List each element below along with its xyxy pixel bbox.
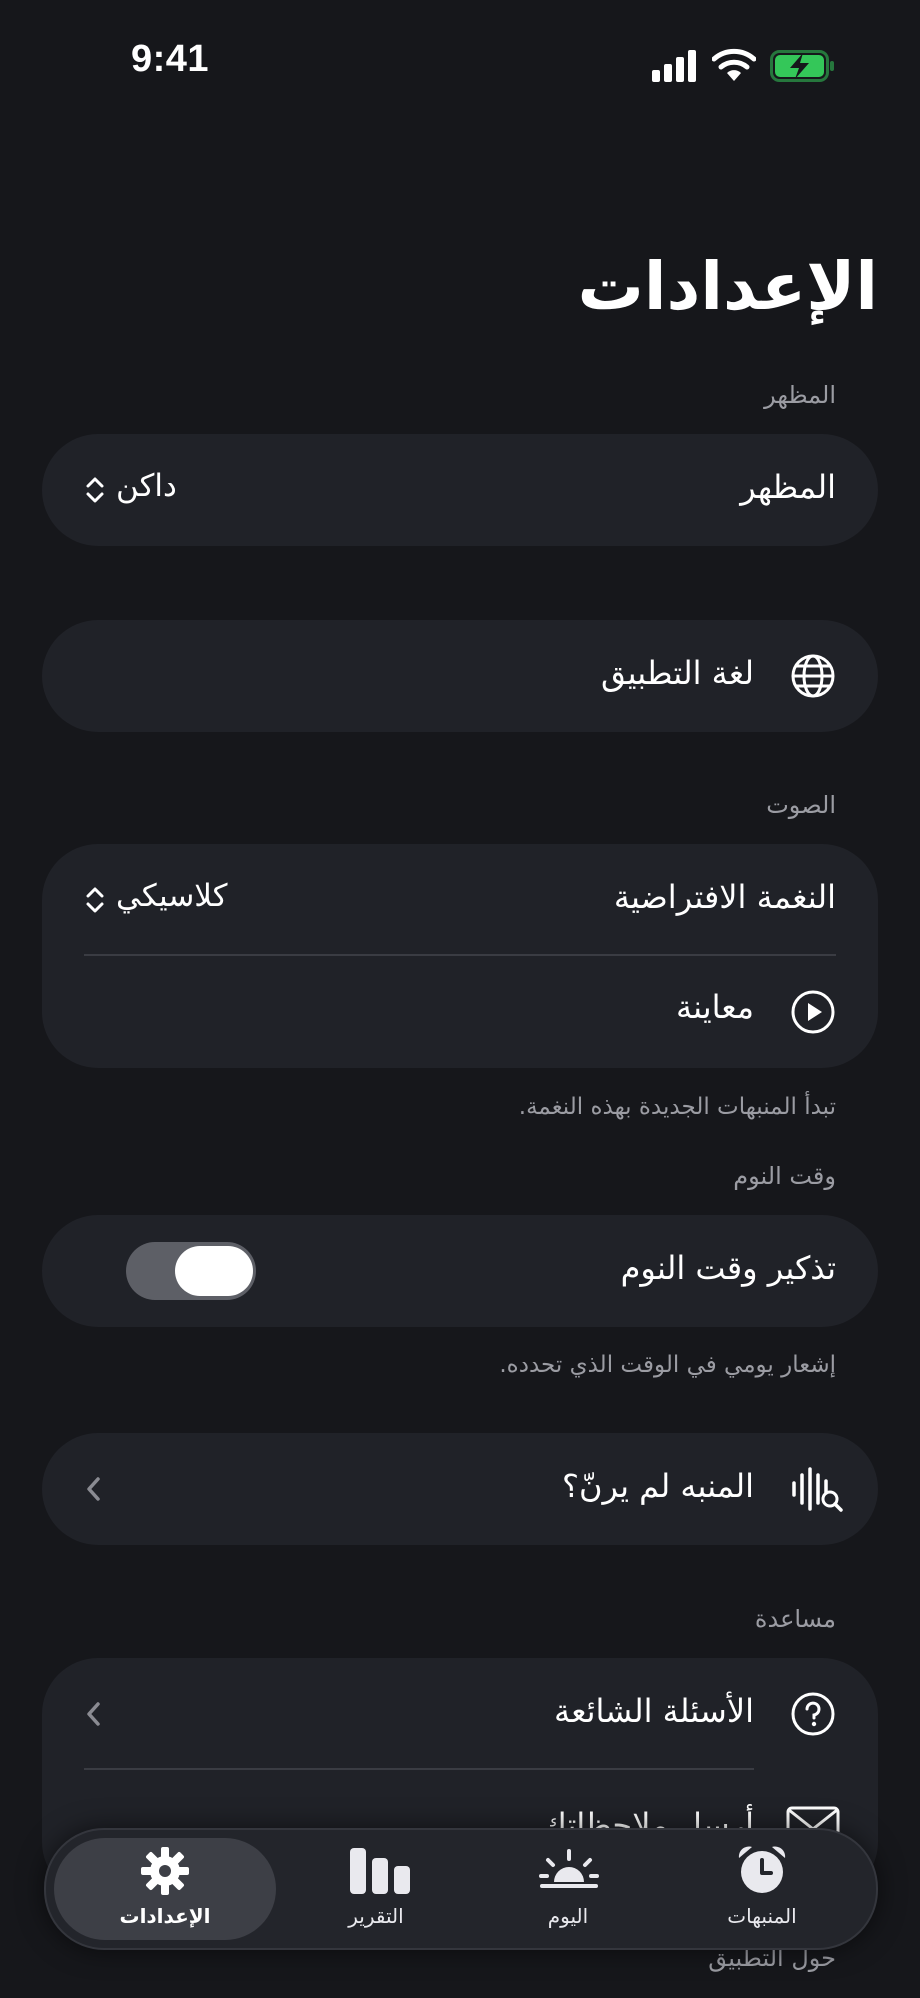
chevron-up-down-icon	[86, 477, 104, 503]
tab-bar: الإعدادات التقرير اليوم المنبهات	[44, 1828, 878, 1950]
wifi-icon	[712, 48, 756, 81]
bedtime-footnote: إشعار يومي في الوقت الذي تحدده.	[499, 1352, 836, 1378]
alarm-didnt-ring-row[interactable]: المنبه لم يرنّ؟	[42, 1433, 878, 1545]
battery-charging-icon	[770, 50, 834, 82]
preview-row[interactable]: معاينة	[42, 956, 878, 1068]
sunrise-icon	[539, 1849, 599, 1888]
app-language-row[interactable]: لغة التطبيق	[42, 620, 878, 732]
sound-footnote: تبدأ المنبهات الجديدة بهذه النغمة.	[518, 1094, 836, 1120]
bar-chart-icon	[350, 1848, 410, 1894]
cellular-signal-icon	[652, 50, 696, 82]
play-circle-icon[interactable]	[790, 989, 836, 1035]
default-tone-row[interactable]: النغمة الافتراضية كلاسيكي	[42, 844, 878, 954]
alarm-clock-icon	[738, 1846, 786, 1893]
tab-alarms[interactable]: المنبهات	[672, 1838, 852, 1940]
section-header-help: مساعدة	[754, 1605, 836, 1633]
tab-label: التقرير	[348, 1904, 404, 1928]
tab-label: المنبهات	[727, 1904, 797, 1928]
section-header-appearance: المظهر	[764, 381, 836, 409]
faq-row[interactable]: الأسئلة الشائعة	[42, 1658, 878, 1768]
tab-settings[interactable]: الإعدادات	[54, 1838, 276, 1940]
section-header-bedtime: وقت النوم	[733, 1162, 836, 1190]
preview-label: معاينة	[675, 988, 754, 1026]
faq-label: الأسئلة الشائعة	[554, 1692, 754, 1730]
bedtime-reminder-toggle[interactable]	[126, 1242, 256, 1300]
tab-report[interactable]: التقرير	[286, 1838, 466, 1940]
question-circle-icon	[791, 1692, 835, 1736]
default-tone-label: النغمة الافتراضية	[613, 878, 836, 916]
sound-card: النغمة الافتراضية كلاسيكي معاينة	[42, 844, 878, 1068]
page-title: الإعدادات	[577, 248, 878, 325]
appearance-row-label: المظهر	[740, 468, 836, 506]
app-language-label: لغة التطبيق	[600, 654, 754, 692]
bedtime-reminder-label: تذكير وقت النوم	[620, 1249, 836, 1287]
alarm-didnt-ring-label: المنبه لم يرنّ؟	[561, 1467, 754, 1505]
section-header-sound: الصوت	[766, 791, 836, 819]
bedtime-reminder-row: تذكير وقت النوم	[42, 1215, 878, 1327]
toggle-knob	[175, 1246, 253, 1296]
tab-today[interactable]: اليوم	[478, 1838, 658, 1940]
globe-icon	[791, 654, 835, 698]
chevron-left-icon	[87, 1477, 100, 1501]
appearance-value[interactable]: داكن	[116, 468, 177, 504]
appearance-card[interactable]: المظهر داكن	[42, 434, 878, 546]
chevron-left-icon	[87, 1702, 100, 1726]
status-bar-time: 9:41	[130, 38, 210, 80]
tab-label: الإعدادات	[119, 1904, 211, 1928]
waveform-search-icon	[792, 1467, 843, 1512]
default-tone-value[interactable]: كلاسيكي	[116, 878, 228, 914]
chevron-up-down-icon	[86, 887, 104, 913]
tab-label: اليوم	[547, 1904, 589, 1928]
gear-icon	[141, 1847, 189, 1895]
